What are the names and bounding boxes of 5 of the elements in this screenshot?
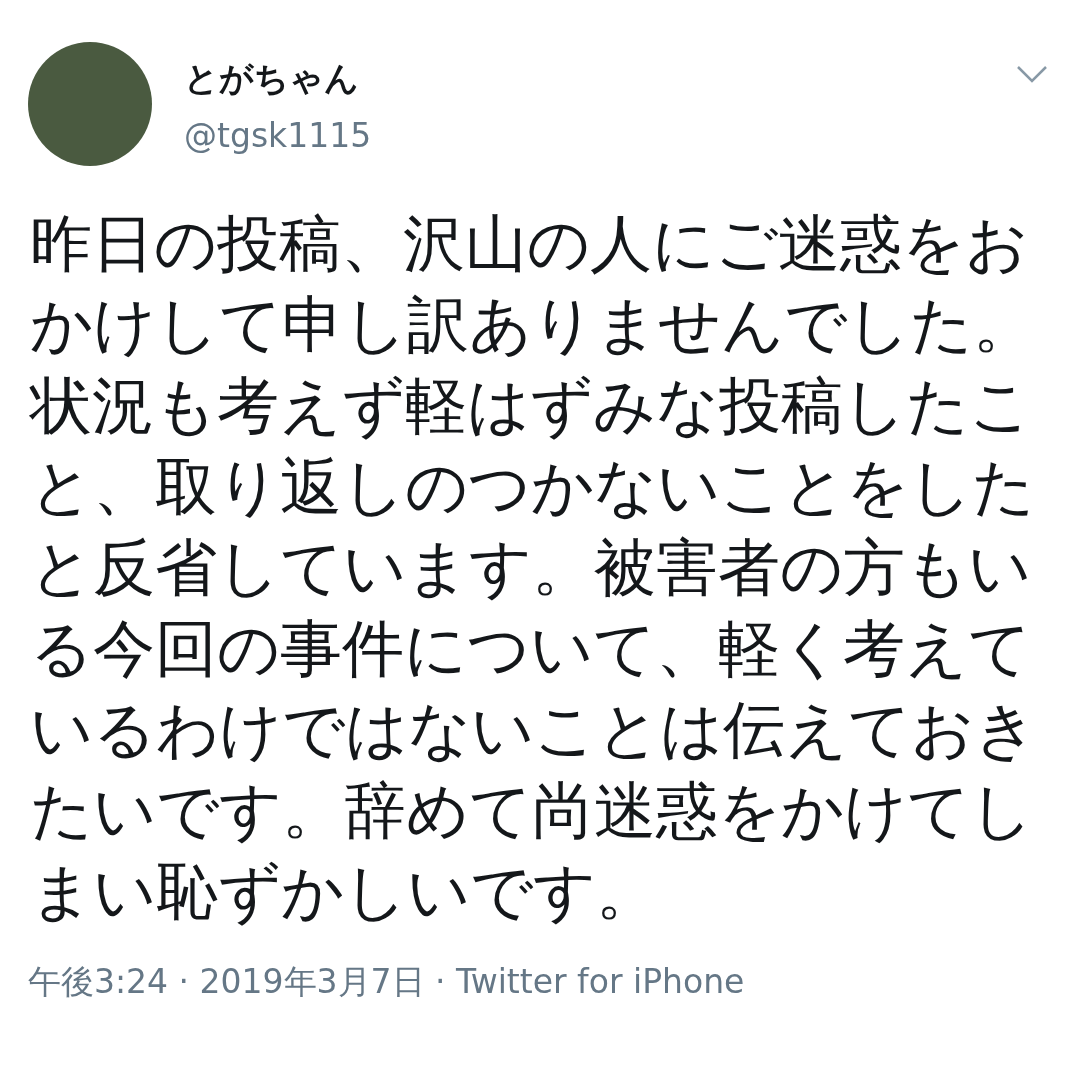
tweet-timestamp: 午後3:24 · 2019年3月7日 · Twitter for iPhone [28,961,746,1003]
chevron-down-icon[interactable] [1016,64,1048,84]
user-handle: @tgsk1115 [184,115,372,157]
display-name: とがちゃん [184,57,360,100]
tweet-text: 昨日の投稿、沢山の人にご迷惑をおかけして申し訳ありませんでした。状況も考えず軽はずみな投稿したこと、取り返しのつかないことをしたと反省しています。被害者の方もいる今回の事件について、軽く考えているわけではないことは伝えておきたいです。辞めて尚迷惑をかけてしまい恥ずかしいです。 [30,206,1038,930]
